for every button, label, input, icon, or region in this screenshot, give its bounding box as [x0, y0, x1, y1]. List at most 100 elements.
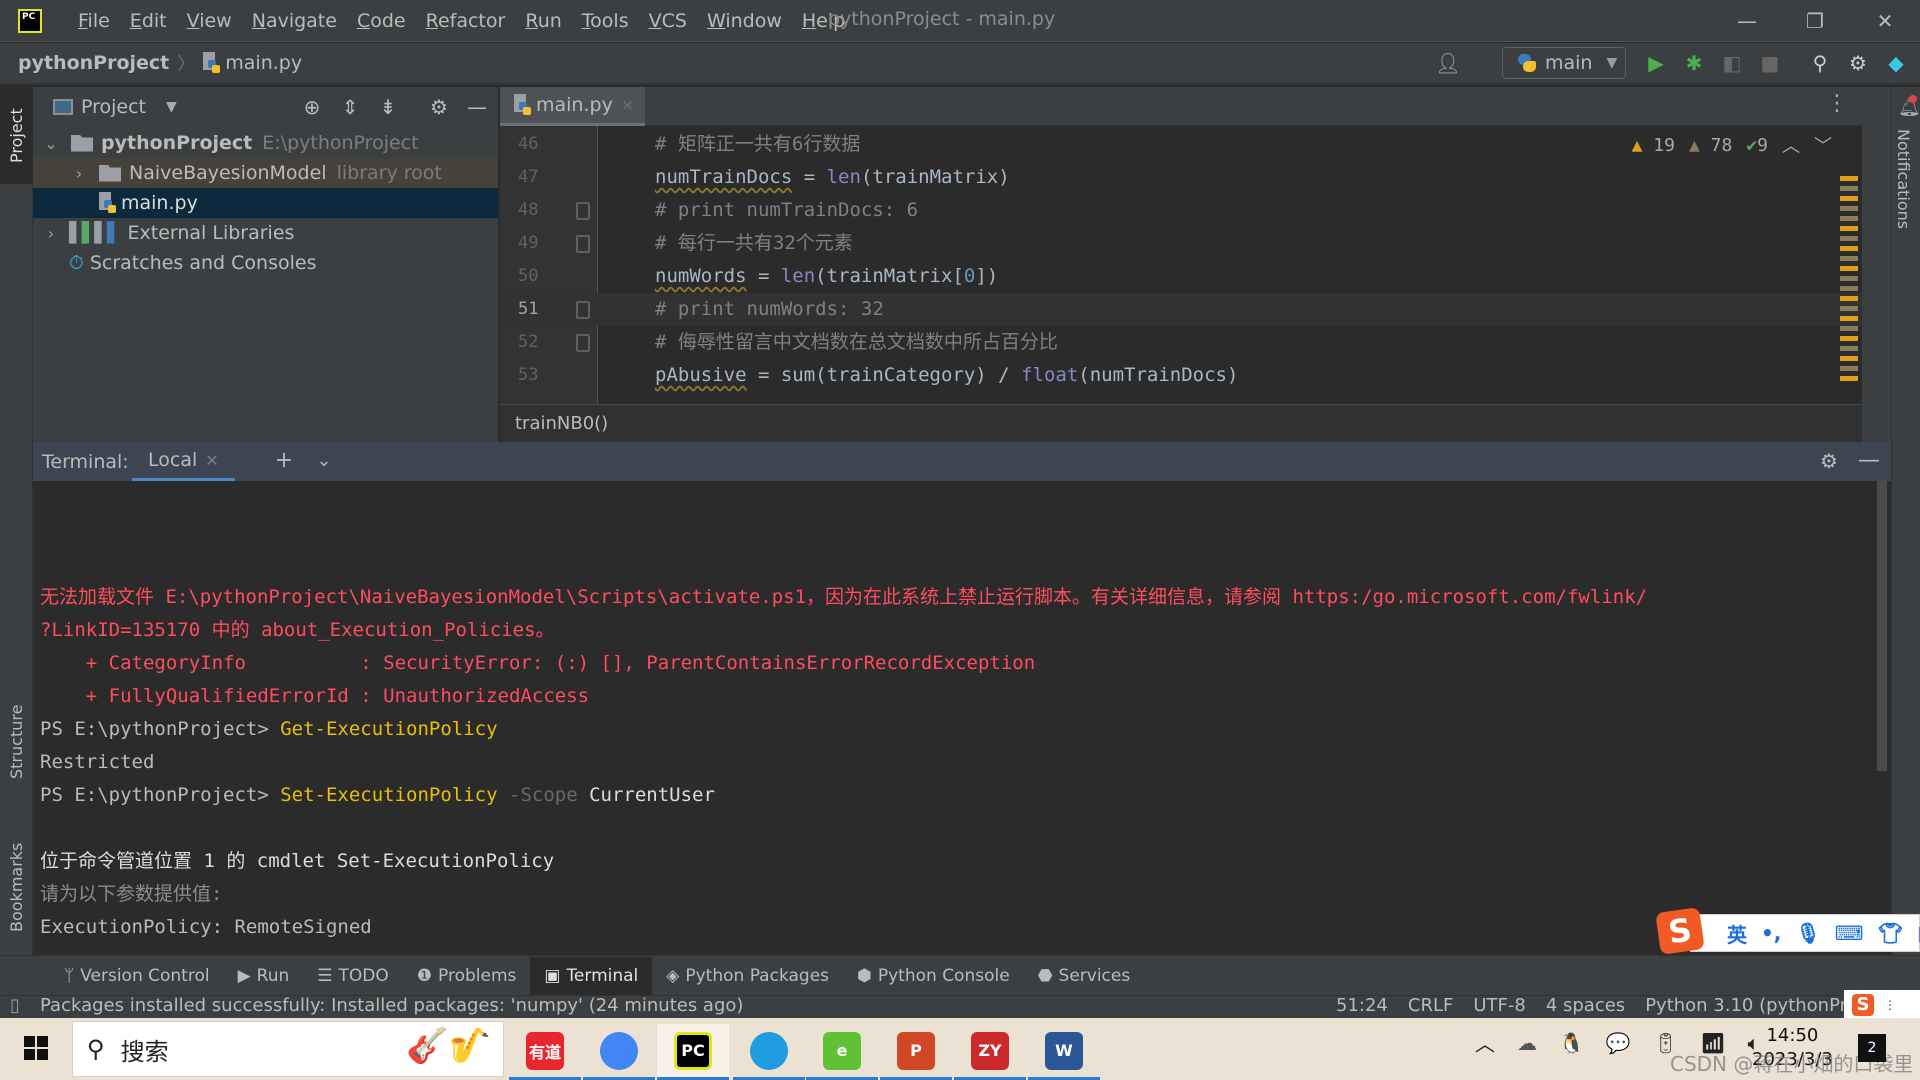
onedrive-icon[interactable]: ☁	[1517, 1031, 1537, 1055]
pycharm-logo-icon[interactable]: PC	[18, 8, 42, 33]
tab-structure[interactable]: Structure	[0, 687, 33, 797]
chevron-down-icon[interactable]: ▼	[166, 99, 177, 115]
search-icon[interactable]: ⚲	[1806, 49, 1834, 77]
line-number[interactable]: 50	[518, 260, 558, 293]
hide-icon[interactable]: —	[1855, 447, 1883, 475]
menu-tools[interactable]: Tools	[572, 10, 639, 32]
close-button[interactable]: ✕	[1870, 6, 1900, 36]
menu-view[interactable]: View	[177, 10, 242, 32]
next-highlight-icon[interactable]: ﹀	[1814, 132, 1832, 158]
code-line[interactable]: 51 # print numWords: 32	[500, 293, 1862, 326]
error-stripe[interactable]	[1840, 176, 1858, 396]
status-message[interactable]: Packages installed successfully: Install…	[40, 995, 743, 1016]
ime-mini-bar[interactable]: S ⋮	[1844, 990, 1920, 1020]
code-line[interactable]: 47 numTrainDocs = len(trainMatrix)	[500, 161, 1862, 194]
fold-marker-icon[interactable]	[576, 202, 590, 220]
restore-button[interactable]: ❐	[1800, 6, 1830, 36]
settings-icon[interactable]: ⚙	[1815, 447, 1843, 475]
chevron-right-icon[interactable]: ›	[41, 224, 61, 243]
locate-icon[interactable]: ⊕	[298, 93, 326, 121]
close-tab-icon[interactable]: ✕	[205, 451, 218, 470]
error-stripe-marker[interactable]	[1840, 296, 1858, 301]
code-line[interactable]: 50 numWords = len(trainMatrix[0])	[500, 260, 1862, 293]
breadcrumb-project[interactable]: pythonProject	[18, 52, 169, 74]
code-line[interactable]: 48 # print numTrainDocs: 6	[500, 194, 1862, 227]
taskbar-app-zy[interactable]: ZY	[954, 1024, 1026, 1080]
line-separator[interactable]: CRLF	[1408, 995, 1453, 1016]
ime-menu-icon[interactable]: ⋮	[1884, 998, 1896, 1012]
line-number[interactable]: 52	[518, 326, 558, 359]
tool-window-todo[interactable]: ☰ TODO	[303, 957, 403, 995]
line-number[interactable]: 46	[518, 128, 558, 161]
chevron-right-icon[interactable]: ›	[69, 164, 89, 183]
tree-item-pythonproject[interactable]: ⌄ pythonProject E:\pythonProject	[33, 128, 498, 158]
debug-icon[interactable]: ✱	[1680, 49, 1708, 77]
error-stripe-marker[interactable]	[1840, 316, 1858, 321]
chevron-down-icon[interactable]: ⌄	[310, 447, 338, 475]
error-stripe-marker[interactable]	[1840, 256, 1858, 261]
taskbar-app-pycharm[interactable]: PC	[657, 1024, 729, 1080]
error-stripe-marker[interactable]	[1840, 346, 1858, 351]
collapse-all-icon[interactable]: ⇟	[374, 93, 402, 121]
code-editor[interactable]: 46 # 矩阵正一共有6行数据 47 numTrainDocs = len(train…	[500, 126, 1862, 404]
taskbar-app-word[interactable]: W	[1028, 1024, 1100, 1080]
error-stripe-marker[interactable]	[1840, 366, 1858, 371]
menu-vcs[interactable]: VCS	[639, 10, 697, 32]
menu-edit[interactable]: Edit	[120, 10, 177, 32]
error-stripe-marker[interactable]	[1840, 226, 1858, 231]
tab-project[interactable]: Project	[0, 87, 33, 184]
error-stripe-marker[interactable]	[1840, 326, 1858, 331]
jetbrains-icon[interactable]: ◆	[1882, 49, 1910, 77]
inspection-widget[interactable]: ▲ 19 ▲ 78 ✔9 ︿ ﹀	[1632, 132, 1832, 158]
tool-window-version-control[interactable]: ᛘ Version Control	[50, 957, 224, 995]
action-center-icon[interactable]: 2	[1858, 1034, 1886, 1062]
sogou-logo-icon[interactable]: S	[1655, 907, 1705, 955]
taskbar-app-chrome[interactable]	[583, 1024, 655, 1080]
code-line[interactable]: 53 pAbusive = sum(trainCategory) / float(…	[500, 359, 1862, 392]
coverage-icon[interactable]: ◧	[1718, 49, 1746, 77]
tool-window-services[interactable]: ⬣ Services	[1024, 957, 1145, 995]
line-number[interactable]: 48	[518, 194, 558, 227]
editor-tab-main-py[interactable]: main.py ✕	[500, 87, 645, 126]
tool-window-python-console[interactable]: ⬢ Python Console	[843, 957, 1024, 995]
terminal-output[interactable]: 无法加载文件 E:\pythonProject\NaiveBayesionMod…	[33, 481, 1891, 955]
tool-window-problems[interactable]: ❶ Problems	[403, 957, 531, 995]
skin-icon[interactable]: 👕︎	[1878, 921, 1903, 945]
chevron-down-icon[interactable]: ⌄	[41, 134, 61, 153]
error-stripe-marker[interactable]	[1840, 236, 1858, 241]
keyboard-icon[interactable]: ⌨	[1835, 921, 1864, 945]
file-encoding[interactable]: UTF-8	[1473, 995, 1525, 1016]
ime-language-toggle[interactable]: 英	[1727, 919, 1747, 948]
wechat-icon[interactable]: 💬	[1606, 1031, 1631, 1055]
tree-item-naivebayesionmodel[interactable]: › NaiveBayesionModel library root	[33, 158, 498, 188]
windows-start-icon[interactable]	[24, 1036, 48, 1060]
error-stripe-marker[interactable]	[1840, 376, 1858, 381]
menu-window[interactable]: Window	[697, 10, 792, 32]
fold-marker-icon[interactable]	[576, 301, 590, 319]
menu-refactor[interactable]: Refactor	[416, 10, 516, 32]
error-stripe-marker[interactable]	[1840, 266, 1858, 271]
code-line[interactable]: 52 # 侮辱性留言中文档数在总文档数中所占百分比	[500, 326, 1862, 359]
typo-count[interactable]: ✔9	[1746, 135, 1768, 156]
toggle-tool-windows-icon[interactable]: ▯	[10, 995, 20, 1016]
tree-item-main-py[interactable]: main.py	[33, 188, 498, 218]
error-stripe-marker[interactable]	[1840, 186, 1858, 191]
hide-icon[interactable]: —	[463, 93, 491, 121]
caret-position[interactable]: 51:24	[1336, 995, 1388, 1016]
tab-notifications[interactable]: Notifications	[1894, 129, 1913, 229]
tree-item-scratches[interactable]: ⏱ Scratches and Consoles	[33, 248, 498, 278]
python-interpreter[interactable]: Python 3.10 (pythonProje	[1645, 995, 1874, 1016]
tool-window-terminal[interactable]: ▣ Terminal	[530, 956, 653, 995]
menu-run[interactable]: Run	[515, 10, 571, 32]
tool-window-python-packages[interactable]: ◈ Python Packages	[652, 957, 843, 995]
stop-icon[interactable]: ■	[1756, 49, 1784, 77]
qq-icon[interactable]: 🐧	[1559, 1031, 1584, 1055]
menu-code[interactable]: Code	[347, 10, 416, 32]
weak-warning-count[interactable]: ▲ 78	[1689, 135, 1732, 156]
code-line[interactable]: 49 # 每行一共有32个元素	[500, 227, 1862, 260]
terminal-scrollbar[interactable]	[1877, 481, 1887, 771]
menu-file[interactable]: File	[68, 10, 120, 32]
ime-punctuation-toggle[interactable]: •,	[1761, 921, 1781, 945]
error-stripe-marker[interactable]	[1840, 206, 1858, 211]
taskbar-app-edge[interactable]	[733, 1024, 805, 1080]
